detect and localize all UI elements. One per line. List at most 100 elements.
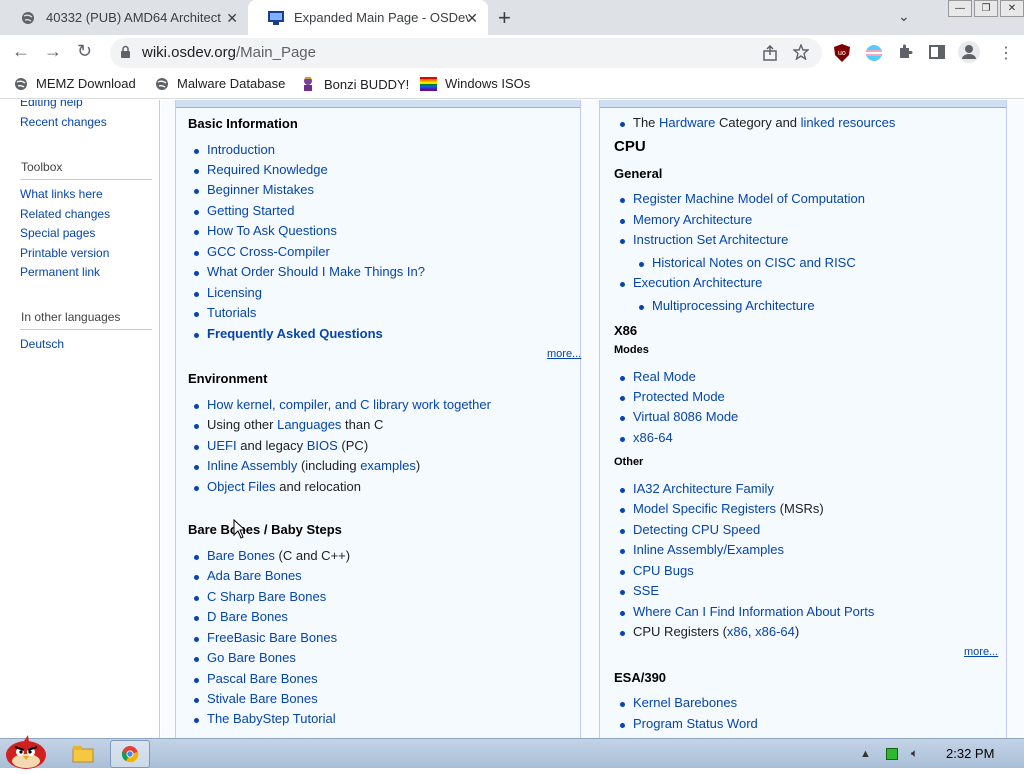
link-ia32-family[interactable]: IA32 Architecture Family bbox=[633, 481, 774, 496]
link-isa[interactable]: Instruction Set Architecture bbox=[633, 232, 788, 247]
text: Category and bbox=[715, 115, 801, 130]
link-freebasic-bare-bones[interactable]: FreeBasic Bare Bones bbox=[207, 630, 337, 645]
link-uefi[interactable]: UEFI bbox=[207, 438, 237, 453]
bookmark-malware-db[interactable]: Malware Database bbox=[155, 76, 285, 91]
link-object-files[interactable]: Object Files bbox=[207, 479, 276, 494]
link-introduction[interactable]: Introduction bbox=[207, 142, 275, 157]
link-real-mode[interactable]: Real Mode bbox=[633, 369, 696, 384]
sidebar-link-what-links-here[interactable]: What links here bbox=[20, 187, 103, 201]
link-pascal-bare-bones[interactable]: Pascal Bare Bones bbox=[207, 671, 318, 686]
link-kernel-compiler-clib[interactable]: How kernel, compiler, and C library work… bbox=[207, 397, 491, 412]
link-babystep-tutorial[interactable]: The BabyStep Tutorial bbox=[207, 711, 336, 726]
tab-amd64[interactable]: 40332 (PUB) AMD64 Architect ✕ bbox=[0, 0, 248, 35]
sidebar-link-printable-version[interactable]: Printable version bbox=[20, 246, 109, 260]
link-tutorials[interactable]: Tutorials bbox=[207, 305, 256, 320]
link-what-order[interactable]: What Order Should I Make Things In? bbox=[207, 264, 425, 279]
reload-icon[interactable]: ↻ bbox=[77, 41, 92, 62]
tray-up-icon[interactable]: ▲ bbox=[860, 748, 871, 760]
link-required-knowledge[interactable]: Required Knowledge bbox=[207, 162, 328, 177]
link-x86-64[interactable]: x86-64 bbox=[633, 430, 673, 445]
link-linked-resources[interactable]: linked resources bbox=[801, 115, 896, 130]
link-csharp-bare-bones[interactable]: C Sharp Bare Bones bbox=[207, 589, 326, 604]
link-ada-bare-bones[interactable]: Ada Bare Bones bbox=[207, 568, 302, 583]
link-multiprocessing[interactable]: Multiprocessing Architecture bbox=[652, 298, 815, 313]
back-icon[interactable]: ← bbox=[12, 41, 30, 62]
extension-icon[interactable] bbox=[865, 44, 883, 67]
link-go-bare-bones[interactable]: Go Bare Bones bbox=[207, 650, 296, 665]
link-program-status-word[interactable]: Program Status Word bbox=[633, 716, 758, 731]
link-detecting-cpu-speed[interactable]: Detecting CPU Speed bbox=[633, 522, 760, 537]
url-host: wiki.osdev.org bbox=[142, 44, 236, 61]
link-languages[interactable]: Languages bbox=[277, 417, 341, 432]
explorer-taskbar-button[interactable] bbox=[68, 740, 98, 768]
bookmark-windows-isos[interactable]: Windows ISOs bbox=[420, 76, 530, 91]
link-msr[interactable]: Model Specific Registers bbox=[633, 501, 776, 516]
chrome-taskbar-button[interactable] bbox=[110, 740, 150, 768]
link-ports-info[interactable]: Where Can I Find Information About Ports bbox=[633, 604, 874, 619]
main-area: Basic Information Introduction Required … bbox=[161, 100, 1024, 738]
maximize-button[interactable]: ❐ bbox=[974, 0, 998, 17]
more-link[interactable]: more... bbox=[547, 348, 581, 360]
link-bios[interactable]: BIOS bbox=[307, 438, 338, 453]
link-x86-64-registers[interactable]: x86-64 bbox=[755, 624, 795, 639]
link-examples[interactable]: examples bbox=[360, 458, 416, 473]
ublock-icon[interactable]: uo bbox=[834, 44, 850, 67]
lock-icon[interactable] bbox=[120, 45, 131, 64]
divider bbox=[20, 179, 152, 180]
chevron-down-icon[interactable]: ⌄ bbox=[898, 8, 910, 25]
link-faq[interactable]: Frequently Asked Questions bbox=[207, 326, 383, 341]
sidebar-link-deutsch[interactable]: Deutsch bbox=[20, 337, 64, 351]
start-button[interactable] bbox=[2, 731, 50, 769]
forward-icon[interactable]: → bbox=[44, 41, 62, 62]
link-register-machine-model[interactable]: Register Machine Model of Computation bbox=[633, 191, 865, 206]
share-icon[interactable] bbox=[762, 44, 778, 66]
bookmark-bonzi[interactable]: Bonzi BUDDY! bbox=[300, 76, 409, 92]
section-title-bare-bones: Bare Bones / Baby Steps bbox=[188, 522, 342, 537]
link-beginner-mistakes[interactable]: Beginner Mistakes bbox=[207, 182, 314, 197]
menu-icon[interactable]: ⋮ bbox=[998, 43, 1014, 63]
link-execution-architecture[interactable]: Execution Architecture bbox=[633, 275, 762, 290]
link-bare-bones[interactable]: Bare Bones bbox=[207, 548, 275, 563]
link-x86-registers[interactable]: x86 bbox=[727, 624, 748, 639]
link-inline-asm-examples[interactable]: Inline Assembly/Examples bbox=[633, 542, 784, 557]
bookmark-label: Windows ISOs bbox=[445, 76, 531, 91]
link-d-bare-bones[interactable]: D Bare Bones bbox=[207, 609, 288, 624]
network-icon[interactable] bbox=[885, 748, 898, 761]
star-icon[interactable] bbox=[792, 43, 810, 65]
link-cpu-bugs[interactable]: CPU Bugs bbox=[633, 563, 694, 578]
sidepanel-icon[interactable] bbox=[929, 44, 945, 65]
link-protected-mode[interactable]: Protected Mode bbox=[633, 389, 725, 404]
address-bar[interactable]: wiki.osdev.org/Main_Page bbox=[110, 38, 822, 68]
close-icon[interactable]: ✕ bbox=[226, 10, 238, 27]
link-virtual-8086[interactable]: Virtual 8086 Mode bbox=[633, 409, 738, 424]
volume-icon[interactable]: 🔈︎ bbox=[911, 746, 918, 760]
heading-cpu: CPU bbox=[614, 138, 646, 155]
close-icon[interactable]: ✕ bbox=[466, 10, 478, 27]
minimize-button[interactable]: — bbox=[948, 0, 972, 17]
link-hardware[interactable]: Hardware bbox=[659, 115, 715, 130]
link-getting-started[interactable]: Getting Started bbox=[207, 203, 294, 218]
link-sse[interactable]: SSE bbox=[633, 583, 659, 598]
sidebar-link-special-pages[interactable]: Special pages bbox=[20, 226, 95, 240]
bookmark-memz[interactable]: MEMZ Download bbox=[14, 76, 136, 91]
sidebar-link-permanent-link[interactable]: Permanent link bbox=[20, 265, 100, 279]
text: ) bbox=[415, 458, 421, 473]
tab-osdev[interactable]: Expanded Main Page - OSDev ✕ bbox=[248, 0, 488, 35]
link-inline-assembly[interactable]: Inline Assembly bbox=[207, 458, 297, 473]
more-link[interactable]: more... bbox=[964, 646, 998, 658]
sidebar-link-related-changes[interactable]: Related changes bbox=[20, 207, 110, 221]
link-cisc-risc[interactable]: Historical Notes on CISC and RISC bbox=[652, 255, 856, 270]
profile-icon[interactable] bbox=[958, 41, 980, 68]
link-memory-architecture[interactable]: Memory Architecture bbox=[633, 212, 752, 227]
link-how-to-ask[interactable]: How To Ask Questions bbox=[207, 223, 337, 238]
puzzle-icon[interactable] bbox=[897, 44, 913, 65]
link-gcc-cross-compiler[interactable]: GCC Cross-Compiler bbox=[207, 244, 330, 259]
link-licensing[interactable]: Licensing bbox=[207, 285, 262, 300]
clock[interactable]: 2:32 PM bbox=[946, 746, 994, 761]
close-window-button[interactable]: ✕ bbox=[1000, 0, 1024, 17]
link-stivale-bare-bones[interactable]: Stivale Bare Bones bbox=[207, 691, 318, 706]
sidebar-link-editing-help[interactable]: Editing help bbox=[20, 100, 83, 109]
link-kernel-barebones[interactable]: Kernel Barebones bbox=[633, 695, 737, 710]
plus-icon[interactable]: + bbox=[498, 5, 511, 31]
sidebar-link-recent-changes[interactable]: Recent changes bbox=[20, 115, 107, 129]
